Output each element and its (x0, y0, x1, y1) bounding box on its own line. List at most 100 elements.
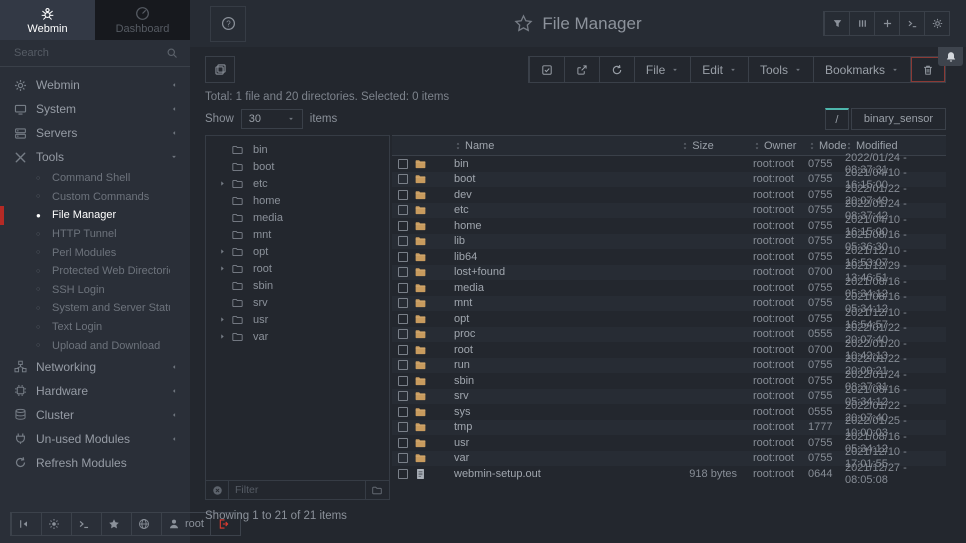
tree-item[interactable]: root (206, 260, 389, 277)
toolbar-button[interactable]: Tools (748, 57, 813, 82)
folder-solid-icon (414, 251, 427, 263)
select-view-button[interactable] (205, 56, 235, 83)
sidebar-item[interactable]: Servers (0, 121, 190, 145)
tree-item[interactable]: media (206, 209, 389, 226)
footer-button[interactable] (131, 513, 161, 535)
bullet-icon: ○ (36, 175, 52, 182)
breadcrumb-root[interactable]: / (825, 108, 849, 130)
row-checkbox[interactable] (398, 329, 408, 339)
sidebar-item[interactable]: ●File Manager (0, 206, 190, 225)
tree-filter-input[interactable] (228, 481, 366, 499)
logo-tab[interactable]: Dashboard (95, 0, 190, 40)
row-checkbox[interactable] (398, 360, 408, 370)
folder-outline-icon (231, 246, 244, 258)
sidebar-item[interactable]: Tools (0, 145, 190, 169)
tree-item[interactable]: srv (206, 294, 389, 311)
file-mode: 0700 (800, 266, 845, 278)
search-icon (166, 47, 178, 59)
row-checkbox[interactable] (398, 314, 408, 324)
sidebar-item[interactable]: ○Text Login (0, 318, 190, 337)
tree-item[interactable]: etc (206, 175, 389, 192)
notifications-tab[interactable] (938, 47, 963, 66)
sidebar-item[interactable]: Un-used Modules (0, 427, 190, 451)
row-checkbox[interactable] (398, 422, 408, 432)
row-checkbox[interactable] (398, 190, 408, 200)
header-action-button[interactable] (924, 12, 949, 35)
row-checkbox[interactable] (398, 438, 408, 448)
row-checkbox[interactable] (398, 252, 408, 262)
toolbar-button[interactable] (599, 57, 634, 82)
tree-item[interactable]: opt (206, 243, 389, 260)
row-checkbox[interactable] (398, 283, 408, 293)
sidebar-item[interactable]: ○HTTP Tunnel (0, 225, 190, 244)
folder-solid-icon (414, 235, 427, 247)
row-checkbox[interactable] (398, 205, 408, 215)
row-checkbox[interactable] (398, 391, 408, 401)
tree-item[interactable]: mnt (206, 226, 389, 243)
footer-button[interactable] (101, 513, 131, 535)
header-action-button[interactable] (899, 12, 924, 35)
toolbar-button[interactable]: Edit (690, 57, 748, 82)
page-size-select[interactable]: 30 (241, 109, 303, 129)
breadcrumb-current[interactable]: binary_sensor (851, 108, 946, 130)
tree-item[interactable]: home (206, 192, 389, 209)
row-checkbox[interactable] (398, 407, 408, 417)
tree-item[interactable]: bin (206, 141, 389, 158)
row-checkbox[interactable] (398, 345, 408, 355)
tree-item[interactable]: boot (206, 158, 389, 175)
footer-button[interactable] (71, 513, 101, 535)
sidebar-item[interactable]: ○Protected Web Directories (0, 262, 190, 281)
column-header-mode[interactable]: Mode (800, 140, 845, 152)
row-checkbox[interactable] (398, 159, 408, 169)
sidebar-item[interactable]: ○SSH Login (0, 281, 190, 300)
folder-filter-icon[interactable] (371, 485, 383, 496)
toolbar-button[interactable] (529, 57, 564, 82)
tree-item-label: srv (253, 297, 268, 309)
header-action-button[interactable] (824, 12, 849, 35)
toolbar-button[interactable] (564, 57, 599, 82)
sidebar-item[interactable]: ○Upload and Download (0, 336, 190, 355)
file-row[interactable]: webmin-setup.out918 bytesroot:root064420… (392, 466, 946, 482)
column-header-size[interactable]: Size (650, 140, 745, 152)
sidebar-item[interactable]: Hardware (0, 379, 190, 403)
header-action-button[interactable] (849, 12, 874, 35)
row-checkbox[interactable] (398, 298, 408, 308)
footer-button[interactable] (41, 513, 71, 535)
file-name: bin (444, 158, 650, 170)
sidebar-item[interactable]: Cluster (0, 403, 190, 427)
tree-item-label: home (253, 195, 281, 207)
column-header-modified[interactable]: Modified (845, 140, 946, 152)
header-action-button[interactable] (874, 12, 899, 35)
column-header-name[interactable]: Name (444, 140, 650, 152)
sidebar-item[interactable]: ○System and Server Status (0, 299, 190, 318)
sort-icon (454, 141, 462, 151)
row-checkbox[interactable] (398, 221, 408, 231)
row-checkbox[interactable] (398, 453, 408, 463)
sidebar-item[interactable]: Networking (0, 355, 190, 379)
logo-tab[interactable]: Webmin (0, 0, 95, 40)
row-checkbox[interactable] (398, 376, 408, 386)
tree-item[interactable]: sbin (206, 277, 389, 294)
column-header-owner[interactable]: Owner (745, 140, 800, 152)
row-checkbox[interactable] (398, 267, 408, 277)
clear-filter-icon[interactable] (212, 485, 223, 496)
tree-item[interactable]: usr (206, 311, 389, 328)
sidebar-item[interactable]: ○Custom Commands (0, 188, 190, 207)
sidebar-item[interactable]: System (0, 97, 190, 121)
toolbar-button[interactable]: File (634, 57, 690, 82)
sidebar-item[interactable]: ○Perl Modules (0, 243, 190, 262)
help-button[interactable]: ? (210, 6, 246, 42)
sidebar-item[interactable]: Refresh Modules (0, 451, 190, 475)
page-title-text: File Manager (542, 14, 641, 34)
tree-item[interactable]: var (206, 328, 389, 345)
row-checkbox[interactable] (398, 236, 408, 246)
sidebar-item-label: Hardware (36, 384, 170, 398)
search-input[interactable] (12, 46, 160, 60)
sort-icon (845, 141, 853, 151)
toolbar-button[interactable]: Bookmarks (813, 57, 910, 82)
sidebar-item[interactable]: Webmin (0, 73, 190, 97)
footer-button[interactable] (11, 513, 41, 535)
sidebar-item[interactable]: ○Command Shell (0, 169, 190, 188)
row-checkbox[interactable] (398, 469, 408, 479)
row-checkbox[interactable] (398, 174, 408, 184)
